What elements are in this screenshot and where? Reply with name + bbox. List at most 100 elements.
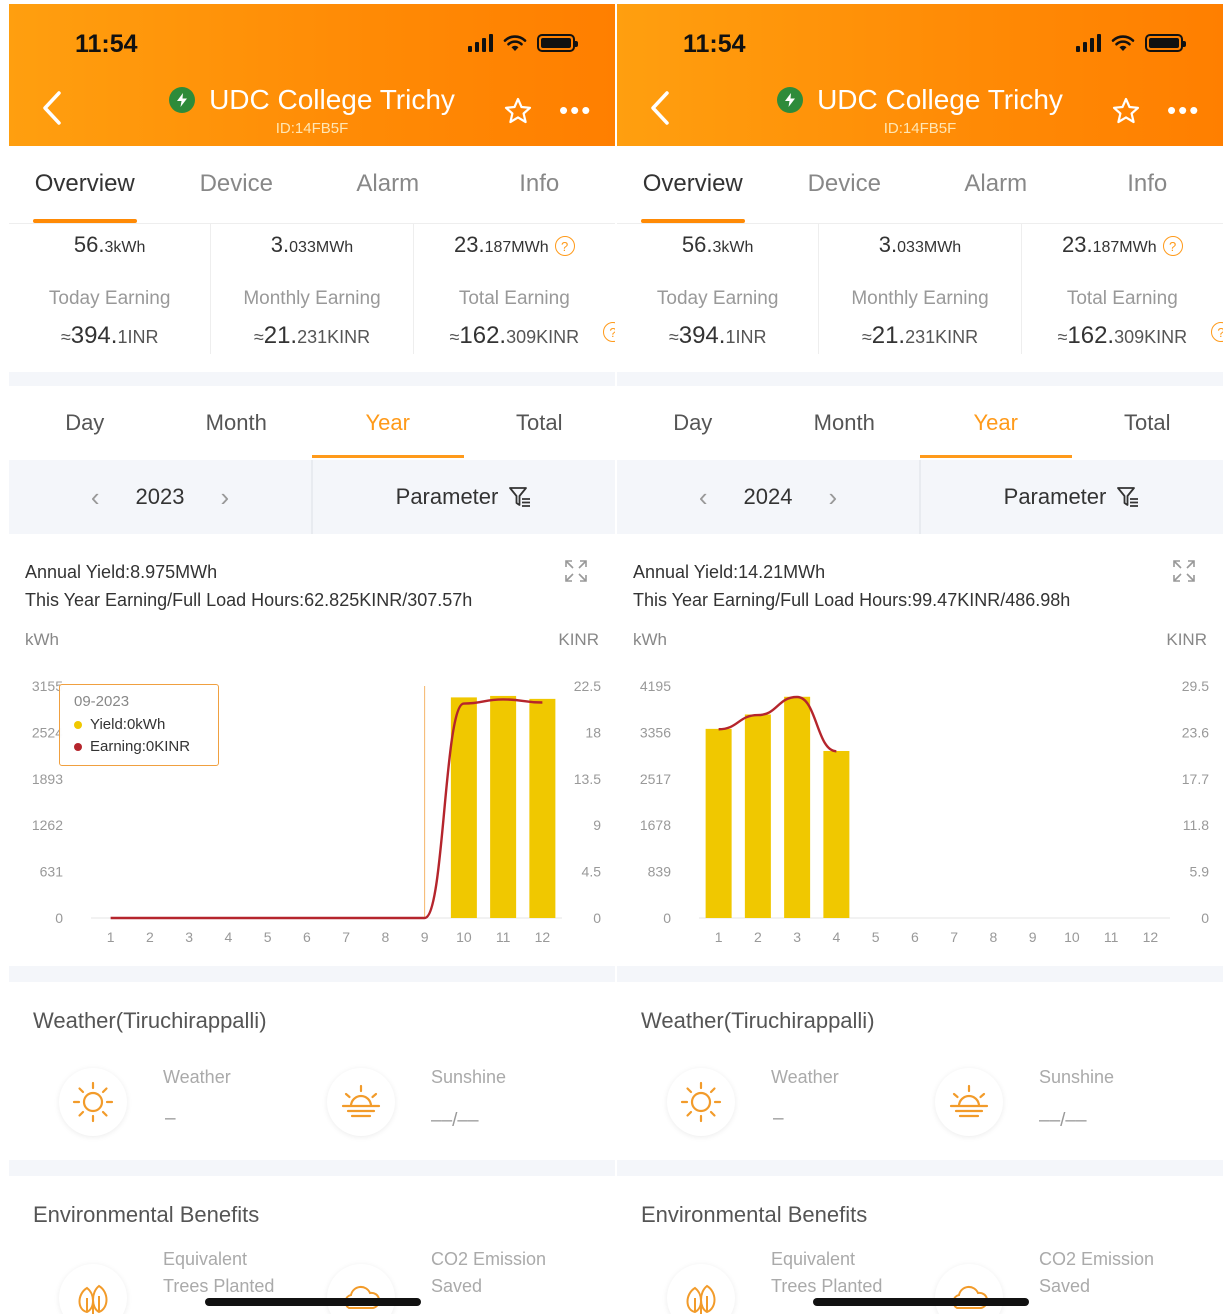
tab-overview[interactable]: Overview (9, 146, 161, 223)
x-tick-label: 3 (793, 929, 801, 945)
env-benefits-title: Environmental Benefits (641, 1202, 868, 1227)
summary-today: 56.3kWh Today Earning ≈394.1INR (617, 224, 818, 354)
more-menu-icon[interactable]: ••• (1167, 97, 1200, 123)
energy-summary: 56.3kWh Today Earning ≈394.1INR 3.033MWh… (617, 224, 1223, 354)
x-tick-label: 4 (832, 929, 840, 945)
sun-icon (72, 1081, 114, 1123)
cloud-icon (344, 1285, 381, 1309)
x-tick-label: 5 (264, 929, 272, 945)
yield-bar (705, 728, 732, 918)
left-axis-unit: kWh (25, 630, 59, 649)
left-tick-label: 1262 (32, 817, 63, 833)
left-tick-label: 1678 (640, 817, 671, 833)
co2-icon-circle (935, 1264, 1003, 1314)
x-tick-label: 7 (950, 929, 958, 945)
period-tabs: Day Month Year Total (9, 386, 615, 458)
tab-overview[interactable]: Overview (617, 146, 769, 223)
sunshine-value: ––/–– (1039, 1110, 1087, 1131)
help-icon[interactable]: ? (1162, 236, 1183, 257)
tab-info[interactable]: Info (464, 146, 616, 223)
weather-title: Weather(Tiruchirappalli) (33, 1008, 267, 1033)
chevron-left-icon[interactable]: ‹ (699, 482, 708, 513)
right-tick-label: 17.7 (1182, 771, 1209, 787)
signal-icon (468, 34, 493, 52)
parameter-button[interactable]: Parameter (313, 460, 615, 534)
status-icons (468, 34, 578, 52)
total-earning-label: Total Earning (458, 288, 570, 309)
yield-bar (744, 714, 771, 918)
right-tick-label: 9 (593, 817, 601, 833)
fullscreen-icon[interactable] (563, 558, 589, 584)
home-indicator[interactable] (205, 1298, 421, 1306)
chevron-right-icon[interactable]: › (828, 482, 837, 513)
fullscreen-icon[interactable] (1171, 558, 1197, 584)
chart-stats: Annual Yield:8.975MWh This Year Earning/… (25, 558, 472, 614)
period-tab-day[interactable]: Day (617, 386, 769, 458)
parameter-label: Parameter (395, 484, 499, 509)
plant-name: UDC College Trichy (209, 84, 455, 115)
wifi-icon (503, 35, 527, 51)
year-value[interactable]: 2023 (136, 484, 185, 510)
period-tab-total[interactable]: Total (464, 386, 616, 458)
period-tab-month[interactable]: Month (769, 386, 921, 458)
filter-icon (1117, 487, 1139, 507)
left-tick-label: 3356 (640, 724, 671, 740)
tab-device[interactable]: Device (161, 146, 313, 223)
period-tab-total[interactable]: Total (1072, 386, 1224, 458)
right-axis-unit: KINR (1166, 630, 1207, 649)
period-tab-year[interactable]: Year (920, 386, 1072, 458)
x-tick-label: 7 (342, 929, 350, 945)
tab-info[interactable]: Info (1072, 146, 1224, 223)
year-value[interactable]: 2024 (744, 484, 793, 510)
yield-bar (490, 695, 517, 918)
signal-icon (1076, 34, 1101, 52)
home-indicator[interactable] (813, 1298, 1029, 1306)
period-tab-month[interactable]: Month (161, 386, 313, 458)
plant-title: UDC College Trichy (777, 84, 1063, 116)
yield-bar (784, 696, 811, 918)
plant-name: UDC College Trichy (817, 84, 1063, 115)
x-tick-label: 11 (496, 929, 511, 945)
tooltip-yield: Yield:0kWh (90, 716, 166, 733)
tooltip-date: 09-2023 (74, 693, 130, 710)
tab-alarm[interactable]: Alarm (312, 146, 464, 223)
today-earning-label: Today Earning (656, 288, 779, 309)
chevron-left-icon[interactable]: ‹ (91, 482, 100, 513)
x-tick-label: 1 (107, 929, 115, 945)
right-tick-label: 23.6 (1182, 724, 1209, 740)
weather-value: – (773, 1108, 784, 1129)
chart-tooltip: 09-2023 Yield:0kWh Earning:0KINR (59, 684, 219, 766)
parameter-button[interactable]: Parameter (921, 460, 1223, 534)
chevron-right-icon[interactable]: › (220, 482, 229, 513)
trees-icon-circle (59, 1264, 127, 1314)
env-benefits-title: Environmental Benefits (33, 1202, 260, 1227)
period-tab-year[interactable]: Year (312, 386, 464, 458)
tab-device[interactable]: Device (769, 146, 921, 223)
summary-total: 23.187MWh? Total Earning ≈162.309KINR ? (412, 224, 615, 354)
help-icon[interactable]: ? (554, 236, 575, 257)
sun-icon (680, 1081, 722, 1123)
x-tick-label: 6 (303, 929, 311, 945)
co2-label: CO2 Emission Saved (431, 1249, 547, 1296)
period-tab-day[interactable]: Day (9, 386, 161, 458)
section-divider (9, 1160, 615, 1176)
weather-value: – (165, 1108, 176, 1129)
section-divider (617, 372, 1223, 386)
tab-alarm[interactable]: Alarm (920, 146, 1072, 223)
section-divider (9, 372, 615, 386)
filter-icon (509, 487, 531, 507)
left-tick-label: 631 (40, 864, 64, 880)
chart-stats: Annual Yield:14.21MWh This Year Earning/… (633, 558, 1070, 614)
right-tick-label: 0 (593, 910, 601, 926)
trees-label: Equivalent Trees Planted (771, 1249, 883, 1296)
tree-icon (78, 1284, 108, 1314)
left-tick-label: 1893 (32, 771, 63, 787)
header-bar: 11:54 UDC College Trichy ID:14FB5F ••• (9, 4, 615, 146)
favorite-star-icon[interactable] (503, 96, 533, 126)
x-tick-label: 1 (715, 929, 723, 945)
favorite-star-icon[interactable] (1111, 96, 1141, 126)
plant-title: UDC College Trichy (169, 84, 455, 116)
trees-icon-circle (667, 1264, 735, 1314)
more-menu-icon[interactable]: ••• (559, 97, 592, 123)
sunshine-label: Sunshine (431, 1067, 507, 1087)
